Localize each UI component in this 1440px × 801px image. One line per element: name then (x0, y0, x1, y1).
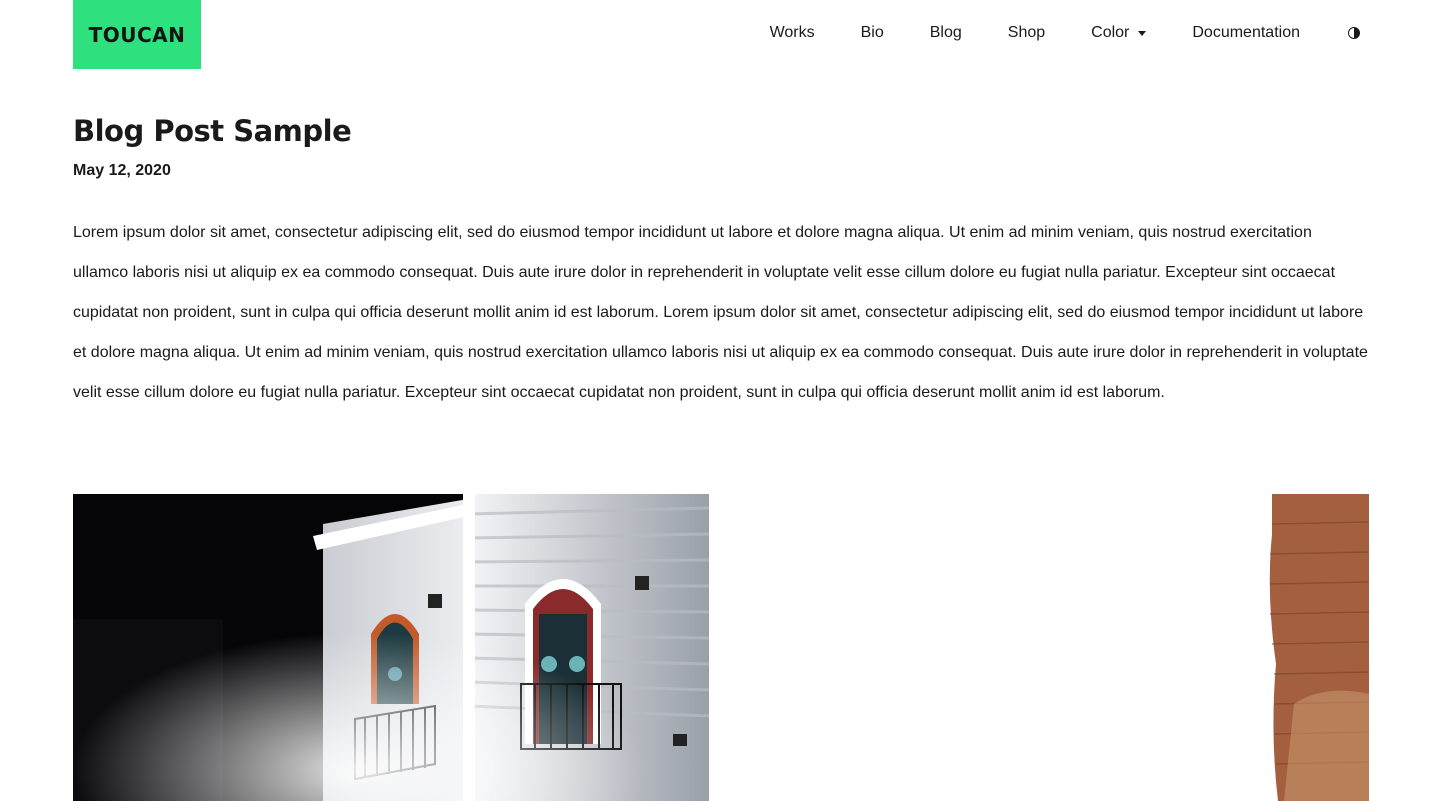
caret-down-icon (1138, 31, 1147, 36)
nav-item-label: Color (1091, 24, 1130, 41)
nav-item-label: Blog (929, 24, 962, 41)
main-nav: Works Bio Blog Shop Color Documentation (770, 0, 1360, 66)
site-logo[interactable]: TOUCAN (73, 0, 201, 69)
post-date: May 12, 2020 (73, 162, 171, 179)
nav-item-documentation[interactable]: Documentation (1192, 24, 1300, 42)
site-header: TOUCAN Works Bio Blog Shop Color Documen… (0, 0, 1440, 69)
building-illustration (73, 494, 709, 801)
nav-item-shop[interactable]: Shop (1008, 24, 1045, 42)
nav-item-works[interactable]: Works (770, 24, 815, 42)
image-gallery (73, 494, 1369, 801)
contrast-icon[interactable] (1348, 27, 1360, 39)
brick-illustration (1264, 494, 1369, 801)
nav-item-label: Bio (860, 24, 884, 41)
nav-item-bio[interactable]: Bio (861, 24, 884, 42)
nav-item-label: Works (769, 24, 815, 41)
post-title: Blog Post Sample (73, 114, 352, 148)
nav-item-label: Documentation (1192, 24, 1300, 41)
nav-item-color-dropdown[interactable]: Color (1091, 24, 1147, 42)
nav-item-label: Shop (1007, 24, 1046, 41)
nav-item-blog[interactable]: Blog (930, 24, 962, 42)
building-night-photo[interactable] (73, 494, 709, 801)
post-body: Lorem ipsum dolor sit amet, consectetur … (73, 224, 1368, 401)
brick-wall-photo[interactable] (1264, 494, 1369, 801)
